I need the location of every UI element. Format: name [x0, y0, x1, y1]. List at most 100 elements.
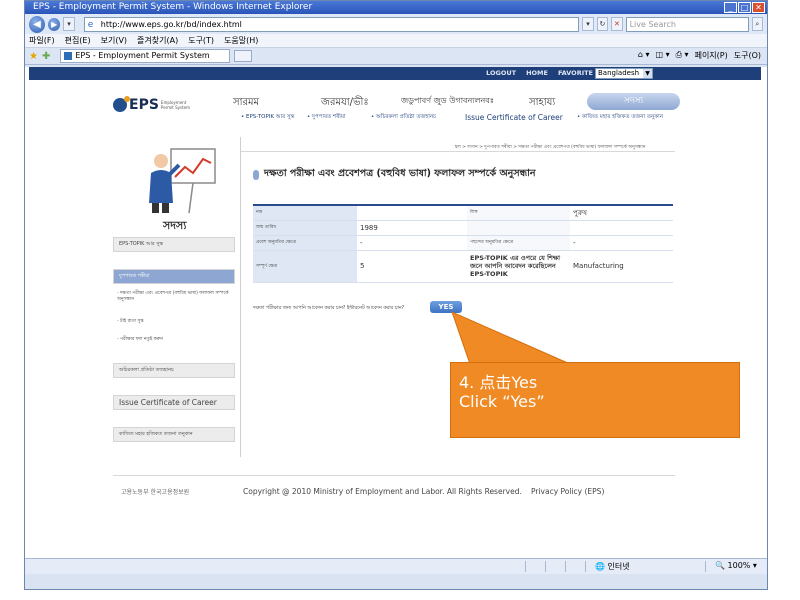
page-menu[interactable]: 페이지(P)	[695, 50, 728, 61]
url-dropdown-icon[interactable]: ▾	[582, 17, 594, 31]
page-viewport: LOGOUT HOME FAVORITE Bangladesh ▼ EPS Em…	[25, 67, 767, 574]
sub-menu-item-3[interactable]: • অচিরকলা প্রতিষ্ঠা তজহানচ	[371, 114, 436, 122]
favicon-icon	[64, 52, 73, 60]
window-title: EPS - Employment Permit System - Windows…	[33, 2, 313, 12]
left-nav-job-inquiry[interactable]: কাজিত মহার হজিকত তজনা তনুকান	[113, 427, 235, 442]
menu-file[interactable]: 파일(F)	[29, 34, 55, 47]
menu-bar: 파일(F) 편집(E) 보기(V) 즐겨찾기(A) 도구(T) 도움말(H)	[25, 34, 767, 48]
home-icon[interactable]: ⌂ ▾	[638, 50, 650, 61]
left-subitem-2[interactable]: - টাই রাতা সুন্ত	[117, 319, 235, 325]
page-title-text: দক্ষতা পরীক্ষা এবং প্রবেশপত্র (বহুবিধ ভা…	[264, 168, 536, 179]
status-bar: 🌐 인터넷 🔍 100% ▾	[25, 558, 767, 574]
label-entry-permit: প্রবেশ অনুমতির ক্ষেত্রে	[253, 235, 357, 251]
forward-icon[interactable]: ▶	[48, 17, 61, 31]
command-bar: ⌂ ▾ ◫ ▾ ⎙ ▾ 페이지(P) 도구(O)	[638, 50, 761, 61]
sub-menu-item-2[interactable]: • দুপপাবত শৰীয়া	[307, 114, 346, 122]
sub-menu-item-4[interactable]: Issue Certificate of Career	[465, 113, 563, 122]
country-value: Bangladesh	[598, 69, 640, 77]
add-favorite-icon[interactable]: ✚	[42, 51, 50, 62]
main-menu-item-2[interactable]: জরমযা/ভীঃ	[321, 95, 369, 112]
browser-window: EPS - Employment Permit System - Windows…	[24, 0, 768, 590]
menu-tools[interactable]: 도구(T)	[188, 34, 214, 47]
label-empty	[467, 220, 570, 236]
eps-logo-icon	[113, 96, 130, 112]
left-nav-topik[interactable]: EPS-TOPIK আর সুন্ত	[113, 237, 235, 252]
presenter-illustration	[149, 148, 216, 214]
zoom-control[interactable]: 🔍 100% ▾	[715, 561, 757, 570]
logo-text: EPS	[129, 97, 159, 113]
status-divider	[705, 561, 706, 572]
tabs-bar: ★ ✚ EPS - Employment Permit System ⌂ ▾ ◫…	[25, 48, 767, 65]
refresh-icon[interactable]: ↻	[596, 17, 609, 31]
main-menu-item-1[interactable]: সারমম	[233, 95, 259, 112]
chevron-down-icon[interactable]: ▼	[643, 69, 652, 78]
label-topik-industry: EPS-TOPIK এর ওপরে যে শিক্ষা জনে আপনি আবে…	[467, 250, 570, 283]
value-entry-permit: -	[357, 235, 467, 251]
menu-help[interactable]: 도움말(H)	[224, 34, 258, 47]
maximize-icon[interactable]: □	[738, 2, 751, 13]
callout-line-1: 4. 点击Yes	[459, 373, 538, 392]
tools-menu[interactable]: 도구(O)	[734, 50, 761, 61]
menu-favorites[interactable]: 즐겨찾기(A)	[137, 34, 178, 47]
zone-label: 인터넷	[607, 562, 630, 571]
tab-label: EPS - Employment Permit System	[75, 51, 210, 60]
result-table: নাম লিঙ্গ পুরুষ জন্ম তারিখ 1989 প্রবেশ অ…	[253, 204, 673, 283]
search-icon[interactable]: ⌕	[751, 17, 763, 31]
main-menu-item-4[interactable]: সাহায্য	[529, 95, 555, 112]
new-tab-button[interactable]	[234, 50, 253, 62]
yes-button[interactable]: YES	[430, 301, 462, 313]
heading-bullet-icon	[253, 169, 259, 180]
privacy-link[interactable]: Privacy Policy (EPS)	[531, 487, 604, 496]
label-name: নাম	[253, 205, 357, 221]
main-menu-item-3[interactable]: জডুপাবর্ণ জুড উগাবন্যলনবঃ	[401, 95, 494, 108]
sub-menu-item-1[interactable]: • EPS-TOPIK আর সুন্ত	[241, 114, 294, 122]
country-select[interactable]: Bangladesh ▼	[595, 68, 653, 79]
left-panel-title: সদস্য	[163, 219, 187, 232]
sub-menu-item-5[interactable]: • কাজিত মহার হজিকত তজনা তনুকান	[577, 114, 663, 122]
zoom-label: 100%	[727, 561, 751, 570]
search-input[interactable]: Live Search	[625, 16, 749, 32]
value-industry: Manufacturing	[570, 250, 673, 283]
left-nav-exam[interactable]: দুপপাবত শৰীয়া	[113, 269, 235, 284]
breadcrumb: হল > লগান > দুপপাবত শৰীয়া > দক্ষতা পরীক…	[455, 145, 646, 150]
address-bar: ◀ ▶ ▾ e http://www.eps.go.kr/bd/index.ht…	[25, 14, 767, 34]
eps-logo[interactable]: EPS Employment Permit System	[113, 96, 191, 113]
feeds-icon[interactable]: ◫ ▾	[655, 50, 669, 61]
label-birthdate: জন্ম তারিখ	[253, 220, 357, 236]
label-total: সম্পূর্ণ ক্ষেত্র	[253, 250, 357, 283]
left-nav-training[interactable]: অচিরকলা প্রতিষ্ঠা তজহানচ	[113, 363, 235, 378]
left-subitem-result[interactable]: - দক্ষতা পরীক্ষা এবং প্রবেশপত্র (বহুবিধ …	[117, 291, 235, 303]
table-row: জন্ম তারিখ 1989	[253, 220, 673, 236]
value-gender: পুরুষ	[570, 205, 673, 221]
top-nav: LOGOUT HOME FAVORITE Bangladesh ▼	[29, 67, 761, 80]
close-icon[interactable]: ✕	[752, 2, 765, 13]
table-row: প্রবেশ অনুমতির ক্ষেত্রে - পছন্দের অনুমতি…	[253, 235, 673, 251]
value-preferred-permit: -	[570, 235, 673, 251]
stop-icon[interactable]: ✕	[611, 17, 623, 31]
left-subitem-3[interactable]: - পরীক্ষার ফল নতুই করুন	[117, 337, 235, 343]
favorite-link[interactable]: FAVORITE	[558, 67, 593, 80]
menu-view[interactable]: 보기(V)	[101, 34, 127, 47]
status-divider	[585, 561, 586, 572]
minimize-icon[interactable]: _	[724, 2, 737, 13]
home-link[interactable]: HOME	[526, 67, 548, 80]
tab-eps[interactable]: EPS - Employment Permit System	[60, 49, 231, 63]
divider	[113, 475, 675, 476]
value-name	[357, 205, 467, 221]
value-empty	[570, 220, 673, 236]
nav-history-icon[interactable]: ▾	[63, 17, 75, 31]
label-preferred-permit: পছন্দের অনুমতির ক্ষেত্রে	[467, 235, 570, 251]
left-nav-certificate[interactable]: Issue Certificate of Career	[113, 395, 235, 410]
menu-edit[interactable]: 편집(E)	[65, 34, 91, 47]
url-field[interactable]: e http://www.eps.go.kr/bd/index.html	[83, 16, 580, 32]
logout-link[interactable]: LOGOUT	[486, 67, 516, 80]
back-icon[interactable]: ◀	[29, 15, 46, 33]
footer-logos: 고용노동부 한국고용정보원	[121, 489, 190, 496]
main-menu-active[interactable]: সদস্য	[587, 93, 680, 110]
print-icon[interactable]: ⎙ ▾	[676, 50, 689, 61]
ie-page-icon: e	[87, 19, 94, 30]
logo-subtext: Employment Permit System	[160, 100, 190, 110]
favorites-star-icon[interactable]: ★	[29, 51, 38, 62]
value-total: 5	[357, 250, 467, 283]
title-bar: EPS - Employment Permit System - Windows…	[25, 1, 767, 14]
